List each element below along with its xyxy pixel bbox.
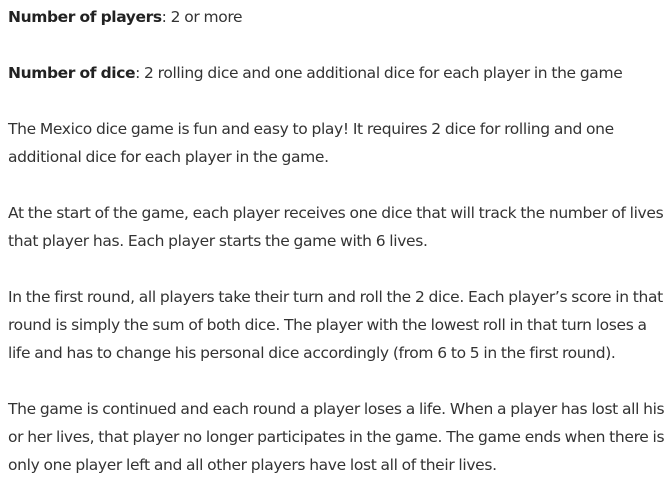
dice-line: Number of dice: 2 rolling dice and one a… <box>8 59 667 87</box>
players-line: Number of players: 2 or more <box>8 3 667 31</box>
intro-paragraph: The Mexico dice game is fun and easy to … <box>8 120 614 166</box>
continue-paragraph: The game is continued and each round a p… <box>8 400 665 474</box>
dice-value: : 2 rolling dice and one additional dice… <box>135 64 623 82</box>
first-round-paragraph: In the first round, all players take the… <box>8 288 663 362</box>
article-body: Number of players: 2 or more Number of d… <box>0 3 671 479</box>
start-paragraph: At the start of the game, each player re… <box>8 204 664 250</box>
players-value: : 2 or more <box>161 8 243 26</box>
dice-label: Number of dice <box>8 64 136 82</box>
players-label: Number of players <box>8 8 162 26</box>
